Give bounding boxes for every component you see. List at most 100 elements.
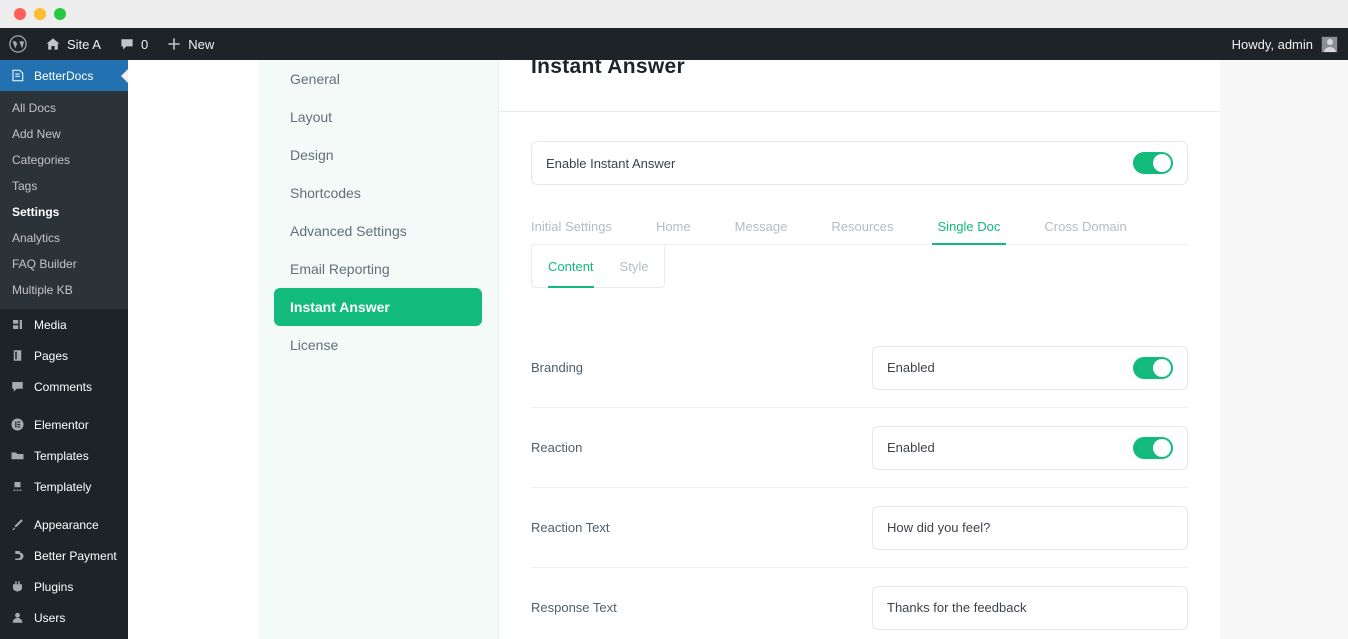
settings-nav-panel: General Layout Design Shortcodes Advance… — [258, 60, 498, 639]
sidebar-item-users[interactable]: Users — [0, 602, 128, 633]
templately-icon — [8, 479, 26, 494]
toggle-knob — [1153, 154, 1171, 172]
betterdocs-icon — [8, 68, 26, 83]
tab-initial-settings[interactable]: Initial Settings — [531, 219, 612, 244]
subtab-content[interactable]: Content — [548, 245, 594, 288]
sidebar-item-elementor[interactable]: Elementor — [0, 409, 128, 440]
submenu-item-analytics[interactable]: Analytics — [0, 225, 128, 251]
sidebar-divider — [0, 402, 128, 409]
submenu-item-add-new[interactable]: Add New — [0, 121, 128, 147]
settings-nav-item-general[interactable]: General — [274, 60, 482, 98]
branding-toggle[interactable] — [1133, 357, 1173, 379]
window-minimize-button[interactable] — [34, 8, 46, 20]
tab-home[interactable]: Home — [656, 219, 691, 244]
submenu-item-tags[interactable]: Tags — [0, 173, 128, 199]
settings-nav-item-advanced-settings[interactable]: Advanced Settings — [274, 212, 482, 250]
subtab-style[interactable]: Style — [620, 245, 649, 288]
sidebar-item-better-payment[interactable]: Better Payment — [0, 540, 128, 571]
site-name-menu[interactable]: Site A — [36, 28, 110, 60]
sidebar-item-templately[interactable]: Templately — [0, 471, 128, 502]
page-right-gutter — [1220, 60, 1348, 639]
new-label: New — [188, 37, 214, 52]
wp-admin-bar: Site A 0 New Howdy, admin — [0, 28, 1348, 60]
submenu-item-categories[interactable]: Categories — [0, 147, 128, 173]
title-divider — [499, 111, 1220, 112]
wordpress-logo-menu[interactable] — [0, 28, 36, 60]
howdy-label: Howdy, admin — [1232, 37, 1313, 52]
sidebar-item-label: Media — [34, 318, 67, 332]
settings-nav-item-layout[interactable]: Layout — [274, 98, 482, 136]
plus-icon — [166, 36, 182, 52]
sidebar-item-plugins[interactable]: Plugins — [0, 571, 128, 602]
sub-tabs: Content Style — [531, 245, 665, 288]
sidebar-item-label: Pages — [34, 349, 68, 363]
window-close-button[interactable] — [14, 8, 26, 20]
sidebar-item-label: Appearance — [34, 518, 99, 532]
sidebar-item-label: Plugins — [34, 580, 73, 594]
tab-resources[interactable]: Resources — [831, 219, 893, 244]
toggle-knob — [1153, 439, 1171, 457]
sidebar-divider — [0, 502, 128, 509]
tab-message[interactable]: Message — [735, 219, 788, 244]
sidebar-item-pages[interactable]: Pages — [0, 340, 128, 371]
comment-bubble-icon — [119, 36, 135, 52]
reaction-toggle[interactable] — [1133, 437, 1173, 459]
reaction-toggle-field[interactable]: Enabled — [872, 426, 1188, 470]
settings-nav-item-shortcodes[interactable]: Shortcodes — [274, 174, 482, 212]
setting-label-reaction: Reaction — [531, 440, 847, 455]
settings-nav-item-license[interactable]: License — [274, 326, 482, 364]
site-name-label: Site A — [67, 37, 101, 52]
submenu-item-all-docs[interactable]: All Docs — [0, 95, 128, 121]
comments-menu[interactable]: 0 — [110, 28, 157, 60]
settings-nav-item-instant-answer[interactable]: Instant Answer — [274, 288, 482, 326]
reaction-text-input[interactable]: How did you feel? — [872, 506, 1188, 550]
sidebar-item-label: BetterDocs — [34, 69, 93, 83]
home-icon — [45, 36, 61, 52]
sidebar-item-label: Templately — [34, 480, 91, 494]
tab-cross-domain[interactable]: Cross Domain — [1044, 219, 1126, 244]
elementor-icon — [8, 417, 26, 432]
templates-folder-icon — [8, 448, 26, 463]
tab-single-doc[interactable]: Single Doc — [938, 219, 1001, 244]
response-text-input[interactable]: Thanks for the feedback — [872, 586, 1188, 630]
wp-admin-sidebar: BetterDocs All Docs Add New Categories T… — [0, 60, 128, 639]
settings-nav-item-design[interactable]: Design — [274, 136, 482, 174]
toggle-knob — [1153, 359, 1171, 377]
sidebar-item-appearance[interactable]: Appearance — [0, 509, 128, 540]
sidebar-item-label: Templates — [34, 449, 89, 463]
pages-icon — [8, 348, 26, 363]
settings-nav-item-email-reporting[interactable]: Email Reporting — [274, 250, 482, 288]
sidebar-item-label: Users — [34, 611, 65, 625]
users-icon — [8, 610, 26, 625]
primary-tabs: Initial Settings Home Message Resources … — [531, 211, 1188, 245]
betterdocs-submenu: All Docs Add New Categories Tags Setting… — [0, 91, 128, 309]
setting-row-branding: Branding Enabled — [531, 328, 1188, 408]
sidebar-item-tools[interactable]: Tools — [0, 633, 128, 639]
submenu-item-settings[interactable]: Settings — [0, 199, 128, 225]
setting-row-reaction-text: Reaction Text How did you feel? — [531, 488, 1188, 568]
enable-instant-answer-toggle[interactable] — [1133, 152, 1173, 174]
reaction-state-label: Enabled — [887, 440, 935, 455]
setting-row-reaction: Reaction Enabled — [531, 408, 1188, 488]
branding-toggle-field[interactable]: Enabled — [872, 346, 1188, 390]
window-maximize-button[interactable] — [54, 8, 66, 20]
submenu-item-faq-builder[interactable]: FAQ Builder — [0, 251, 128, 277]
setting-label-reaction-text: Reaction Text — [531, 520, 847, 535]
setting-row-response-text: Response Text Thanks for the feedback — [531, 568, 1188, 639]
sidebar-item-label: Elementor — [34, 418, 89, 432]
comments-count: 0 — [141, 37, 148, 52]
enable-instant-answer-row: Enable Instant Answer — [531, 141, 1188, 185]
sidebar-item-comments[interactable]: Comments — [0, 371, 128, 402]
better-payment-icon — [8, 548, 26, 563]
new-content-menu[interactable]: New — [157, 28, 223, 60]
sidebar-item-betterdocs[interactable]: BetterDocs — [0, 60, 128, 91]
admin-bar-account[interactable]: Howdy, admin — [1232, 28, 1348, 60]
submenu-item-multiple-kb[interactable]: Multiple KB — [0, 277, 128, 303]
enable-instant-answer-label: Enable Instant Answer — [546, 156, 675, 171]
sub-tabs-wrap: Content Style — [531, 245, 1188, 288]
sidebar-item-templates[interactable]: Templates — [0, 440, 128, 471]
wordpress-icon — [9, 35, 27, 53]
setting-label-response-text: Response Text — [531, 600, 847, 615]
sidebar-item-media[interactable]: Media — [0, 309, 128, 340]
main-content: Instant Answer Enable Instant Answer Ini… — [498, 60, 1220, 639]
